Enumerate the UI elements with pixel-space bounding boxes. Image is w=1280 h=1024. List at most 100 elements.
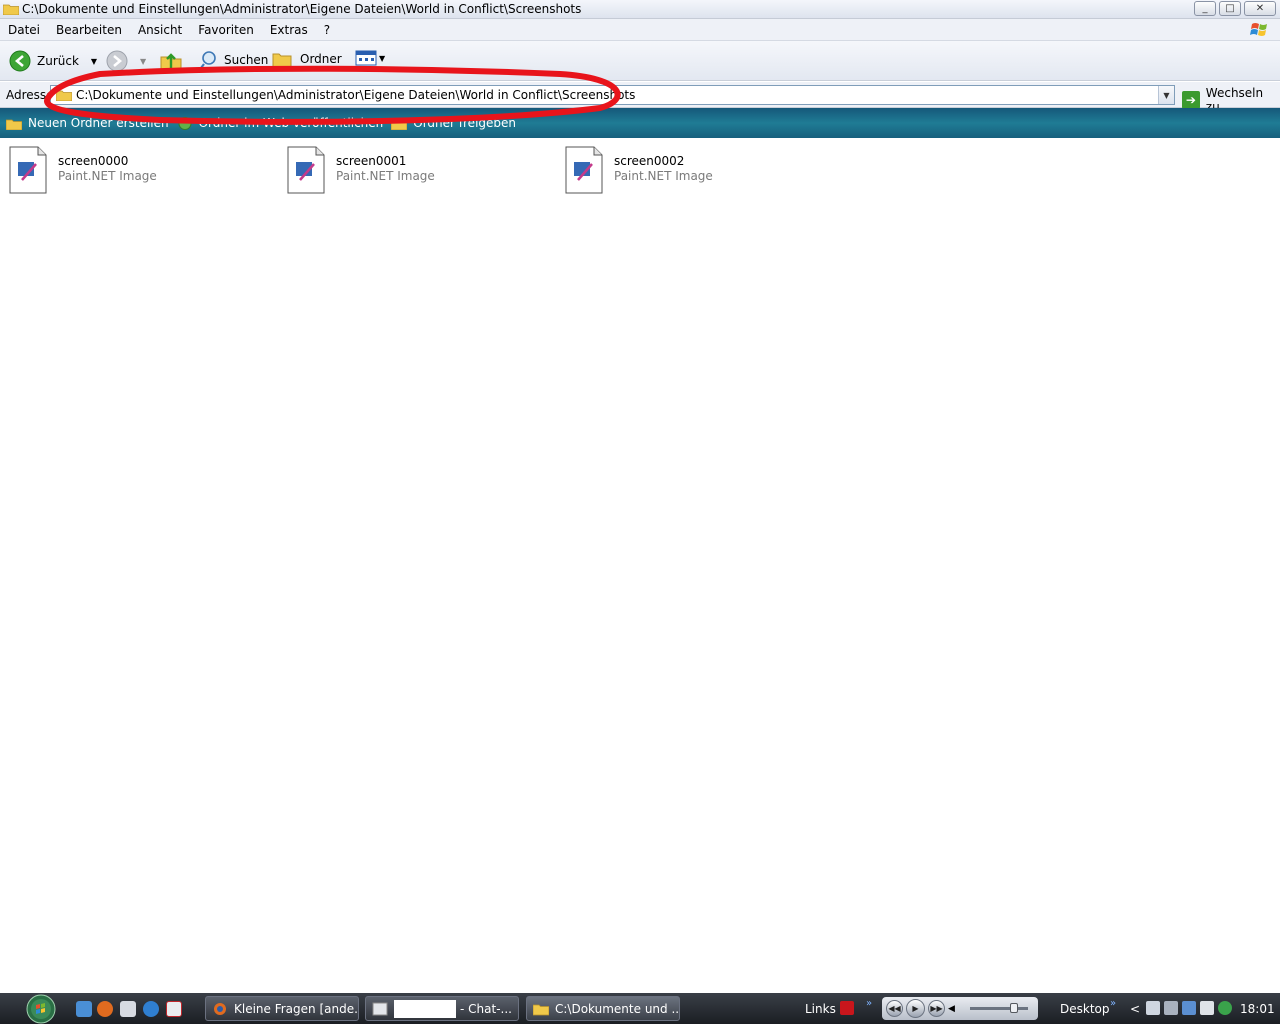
status-icon[interactable] xyxy=(1218,1001,1232,1015)
taskbar-button-chat[interactable]: - Chat-... xyxy=(365,996,519,1021)
folder-up-icon xyxy=(160,53,182,71)
search-icon xyxy=(200,51,216,69)
menu-edit[interactable]: Bearbeiten xyxy=(48,23,130,37)
network-icon[interactable] xyxy=(1146,1001,1160,1015)
file-item[interactable]: screen0001 Paint.NET Image xyxy=(286,146,435,194)
menu-bar: Datei Bearbeiten Ansicht Favoriten Extra… xyxy=(0,19,1280,41)
search-button[interactable]: Suchen xyxy=(200,50,268,70)
address-dropdown-button[interactable]: ▼ xyxy=(1158,86,1174,104)
menu-file[interactable]: Datei xyxy=(0,23,48,37)
close-button[interactable]: ✕ xyxy=(1244,1,1276,16)
forward-button[interactable]: ▼ xyxy=(106,50,146,72)
standard-toolbar: Zurück ▼ ▼ Suchen Ordner ▼ xyxy=(0,41,1280,81)
network-connections-icon[interactable] xyxy=(1182,1001,1196,1015)
task-publish-web-label: Ordner im Web veröffentlichen xyxy=(198,116,384,130)
firefox-icon xyxy=(214,1002,226,1015)
folders-button[interactable]: Ordner xyxy=(272,50,342,68)
tray-expand-icon[interactable]: < xyxy=(1130,1002,1140,1016)
taskbar-button-label: - Chat-... xyxy=(460,1001,512,1016)
quicklaunch-ie-icon[interactable] xyxy=(76,1001,92,1017)
views-button[interactable]: ▼ xyxy=(355,50,385,66)
new-folder-icon xyxy=(6,119,22,130)
address-value: C:\Dokumente und Einstellungen\Administr… xyxy=(76,88,636,102)
back-label: Zurück xyxy=(37,54,79,68)
taskbar-button-label: C:\Dokumente und ... xyxy=(555,1001,680,1016)
paint-net-file-icon xyxy=(9,146,47,194)
chat-window-icon xyxy=(372,1002,388,1015)
folders-label: Ordner xyxy=(300,52,342,66)
taskbar: Kleine Fragen [ande... - Chat-... C:\Dok… xyxy=(0,993,1280,1024)
chevron-down-icon: ▼ xyxy=(1163,90,1170,100)
folder-tasks-bar: Neuen Ordner erstellen Ordner im Web ver… xyxy=(0,108,1280,138)
folders-icon xyxy=(272,53,292,68)
fast-forward-icon[interactable]: ▶▶ xyxy=(928,1000,945,1017)
file-type: Paint.NET Image xyxy=(58,169,157,183)
volume-slider[interactable] xyxy=(969,1003,1028,1013)
menu-view[interactable]: Ansicht xyxy=(130,23,190,37)
menu-tools[interactable]: Extras xyxy=(262,23,316,37)
menu-favorites[interactable]: Favoriten xyxy=(190,23,262,37)
share-folder-icon xyxy=(391,119,408,130)
file-item[interactable]: screen0000 Paint.NET Image xyxy=(8,146,157,194)
window-title: C:\Dokumente und Einstellungen\Administr… xyxy=(22,2,582,16)
volume-slider-knob[interactable] xyxy=(1009,1003,1018,1013)
windows-orb-icon[interactable] xyxy=(22,993,60,1024)
steam-icon[interactable] xyxy=(1164,1001,1178,1015)
folder-up-button[interactable] xyxy=(160,50,182,72)
links-app-icon[interactable] xyxy=(840,1001,854,1015)
minimize-button[interactable]: _ xyxy=(1194,1,1216,16)
search-label: Suchen xyxy=(224,53,269,67)
paint-net-file-icon xyxy=(565,146,603,194)
media-player-toolbar: ◀◀ ▶ ▶▶ ◀ xyxy=(882,997,1038,1020)
file-name: screen0001 xyxy=(336,154,407,168)
file-list-area[interactable]: screen0000 Paint.NET Image screen0001 Pa… xyxy=(0,138,1280,993)
views-dropdown-arrow-icon[interactable]: ▼ xyxy=(379,54,385,63)
task-publish-web[interactable]: Ordner im Web veröffentlichen xyxy=(177,116,384,130)
taskbar-button-firefox[interactable]: Kleine Fragen [ande... xyxy=(205,996,359,1021)
quicklaunch-media-icon[interactable] xyxy=(143,1001,159,1017)
address-bar: Adresse C:\Dokumente und Einstellungen\A… xyxy=(0,82,1280,114)
clock[interactable]: 18:01 xyxy=(1240,1002,1275,1016)
task-share-folder-label: Ordner freigeben xyxy=(413,116,517,130)
volume-icon: ◀ xyxy=(948,1003,955,1014)
chevron-right-icon[interactable]: » xyxy=(866,998,872,1009)
file-name: screen0002 xyxy=(614,154,685,168)
maximize-button[interactable]: □ xyxy=(1219,1,1241,16)
play-icon[interactable]: ▶ xyxy=(906,999,925,1018)
forward-dropdown-arrow-icon[interactable]: ▼ xyxy=(140,57,146,66)
go-arrow-icon: ➔ xyxy=(1182,91,1200,109)
address-field[interactable]: C:\Dokumente und Einstellungen\Administr… xyxy=(50,85,1175,105)
quicklaunch-firefox-icon[interactable] xyxy=(97,1001,113,1017)
task-new-folder[interactable]: Neuen Ordner erstellen xyxy=(6,116,169,130)
folder-icon xyxy=(3,4,19,15)
quicklaunch-app-icon[interactable] xyxy=(166,1001,182,1017)
forward-arrow-icon xyxy=(106,50,128,72)
windows-logo-icon xyxy=(1250,23,1267,36)
back-dropdown-arrow-icon[interactable]: ▼ xyxy=(91,57,97,66)
monitor-icon[interactable] xyxy=(1200,1001,1214,1015)
task-new-folder-label: Neuen Ordner erstellen xyxy=(28,116,169,130)
quicklaunch-desktop-icon[interactable] xyxy=(120,1001,136,1017)
taskbar-button-explorer[interactable]: C:\Dokumente und ... xyxy=(526,996,680,1021)
file-item[interactable]: screen0002 Paint.NET Image xyxy=(564,146,713,194)
rewind-icon[interactable]: ◀◀ xyxy=(886,1000,903,1017)
file-type: Paint.NET Image xyxy=(614,169,713,183)
globe-icon xyxy=(178,116,192,130)
views-icon xyxy=(355,50,377,66)
file-name: screen0000 xyxy=(58,154,129,168)
address-label: Adresse xyxy=(6,88,54,102)
folder-icon xyxy=(56,90,72,101)
back-button[interactable]: Zurück ▼ xyxy=(9,50,97,72)
back-arrow-icon xyxy=(9,50,31,72)
file-type: Paint.NET Image xyxy=(336,169,435,183)
chevron-right-icon[interactable]: » xyxy=(1110,998,1116,1009)
window-titlebar[interactable]: C:\Dokumente und Einstellungen\Administr… xyxy=(0,0,1280,19)
taskbar-button-label: Kleine Fragen [ande... xyxy=(234,1001,359,1016)
task-share-folder[interactable]: Ordner freigeben xyxy=(391,116,516,130)
paint-net-file-icon xyxy=(287,146,325,194)
folder-icon xyxy=(533,1004,549,1015)
menu-help[interactable]: ? xyxy=(316,23,338,37)
redacted-block xyxy=(394,999,456,1018)
desktop-toolbar-label[interactable]: Desktop xyxy=(1060,1002,1110,1016)
links-toolbar-label[interactable]: Links xyxy=(805,1002,836,1016)
